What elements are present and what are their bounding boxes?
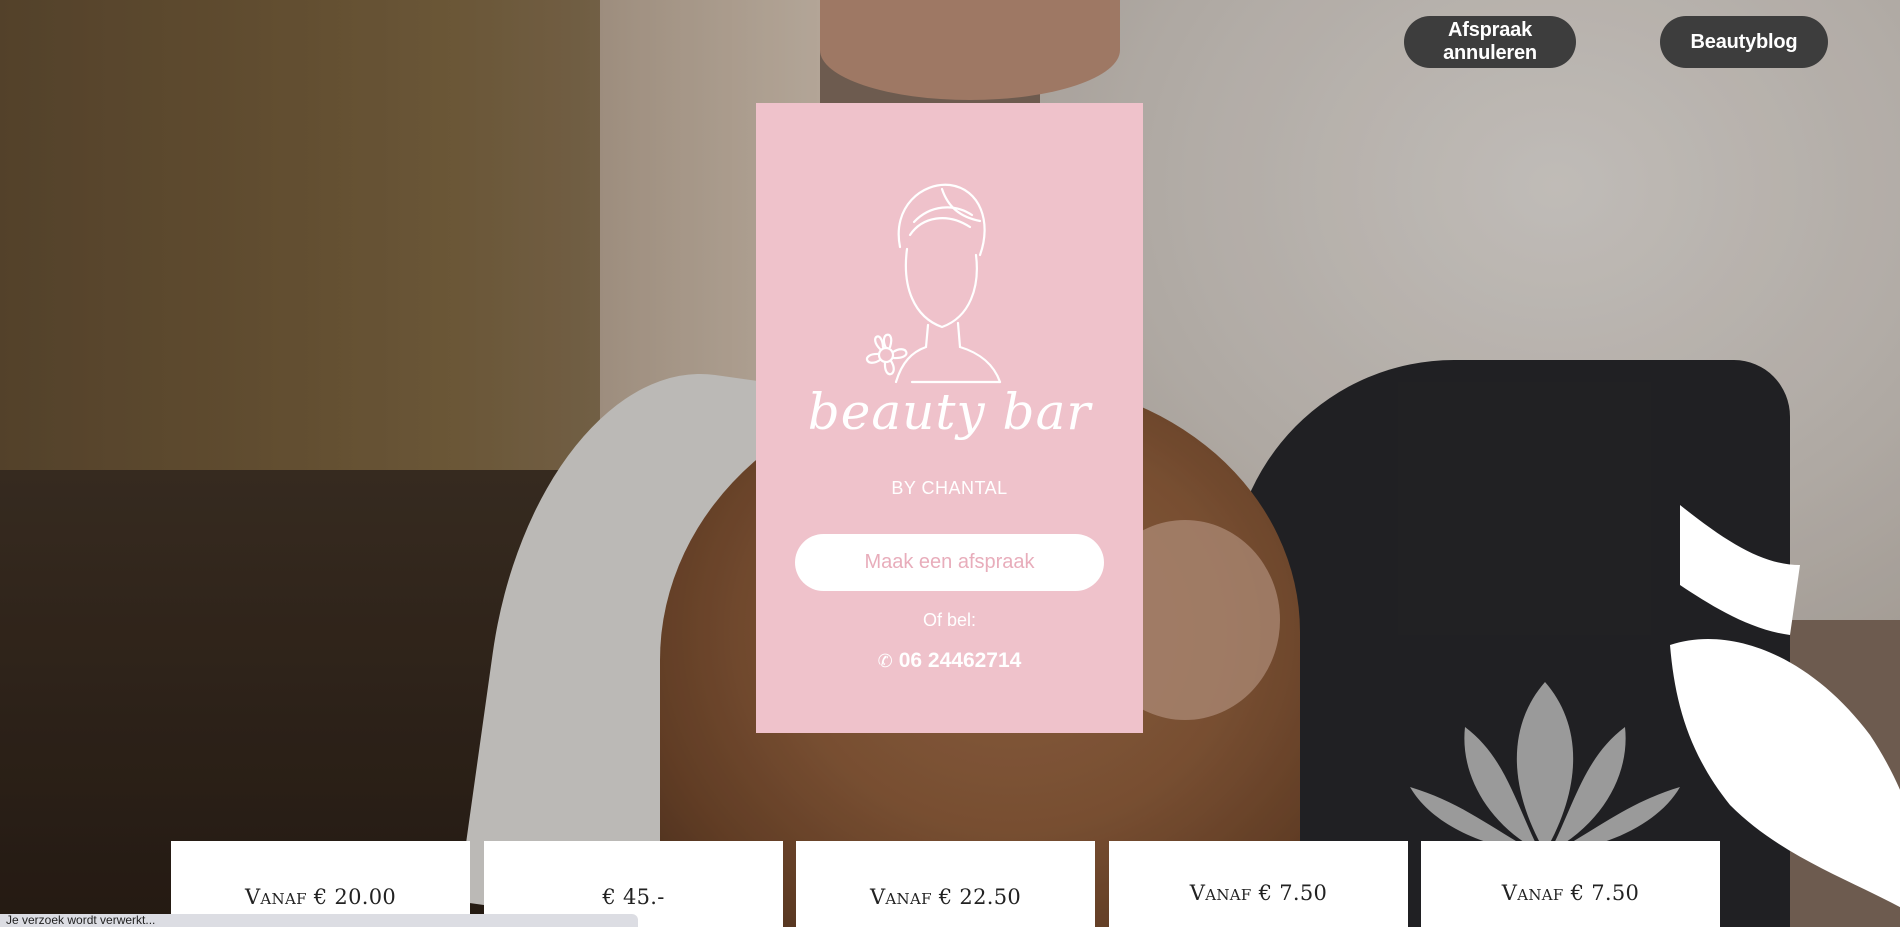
brand-subtitle: BY CHANTAL	[891, 478, 1008, 498]
brand-script-logo: beauty bar	[807, 383, 1092, 441]
make-appointment-button[interactable]: Maak een afspraak	[795, 534, 1104, 591]
woman-towel-logo-icon	[866, 183, 1002, 384]
beautyblog-button[interactable]: Beautyblog	[1660, 16, 1828, 68]
phone-link[interactable]: ✆ 06 24462714	[756, 649, 1143, 673]
price-card[interactable]: Vanaf € 7.50	[1109, 841, 1408, 927]
price-card[interactable]: Vanaf € 22.50	[796, 841, 1095, 927]
phone-icon: ✆	[877, 650, 893, 671]
price-label: Vanaf € 22.50	[869, 885, 1022, 909]
phone-number: 06 24462714	[898, 649, 1022, 672]
browser-status-bar: Je verzoek wordt verwerkt...	[0, 914, 638, 927]
price-card[interactable]: Vanaf € 7.50	[1421, 841, 1720, 927]
brand-card: beauty bar BY CHANTAL Maak een afspraak …	[756, 103, 1143, 733]
lotus-decoration-icon	[1410, 682, 1680, 852]
or-call-label: Of bel:	[922, 610, 977, 630]
cancel-appointment-button[interactable]: Afspraak annuleren	[1404, 16, 1576, 68]
price-label: Vanaf € 7.50	[1501, 881, 1640, 905]
price-label: Vanaf € 7.50	[1189, 881, 1328, 905]
